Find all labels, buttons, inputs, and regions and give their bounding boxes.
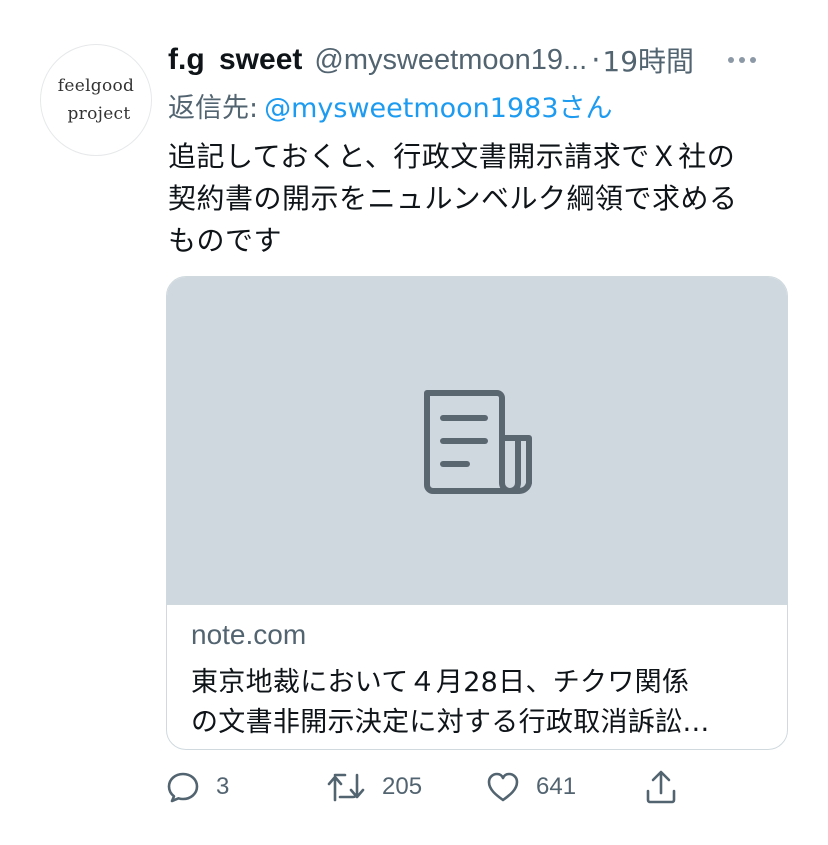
card-media bbox=[167, 277, 787, 605]
heart-icon bbox=[487, 772, 519, 802]
document-icon bbox=[424, 389, 532, 494]
link-card[interactable]: note.com 東京地裁において４月28日、チクワ関係 の文書非開示決定に対す… bbox=[166, 276, 788, 750]
author-name[interactable]: f.g sweet bbox=[168, 43, 302, 77]
card-title-line: の文書非開示決定に対する行政取消訴訟… bbox=[191, 707, 710, 738]
avatar-text-line2: project bbox=[67, 104, 131, 124]
reply-context: 返信先: @mysweetmoon1983さん bbox=[168, 84, 613, 126]
avatar[interactable]: feelgood project bbox=[40, 44, 152, 156]
reply-count: 3 bbox=[216, 773, 230, 800]
retweet-button[interactable]: 205 bbox=[326, 764, 422, 810]
tweet-text-line: 契約書の開示をニュルンベルク綱領で求める bbox=[168, 182, 738, 215]
action-bar: 3 205 641 bbox=[166, 764, 706, 810]
tweet-text-line: 追記しておくと、行政文書開示請求でＸ社の bbox=[168, 140, 736, 173]
header-separator: · bbox=[591, 43, 601, 77]
reply-mention-link[interactable]: @mysweetmoon1983さん bbox=[264, 86, 612, 125]
retweet-icon bbox=[327, 773, 365, 802]
retweet-count: 205 bbox=[382, 773, 423, 800]
reply-icon bbox=[167, 772, 199, 803]
tweet-text-line: ものです bbox=[168, 224, 283, 257]
author-handle[interactable]: @mysweetmoon19... bbox=[314, 44, 587, 77]
reply-prefix: 返信先: bbox=[168, 92, 259, 124]
more-options-icon[interactable] bbox=[728, 57, 756, 63]
card-title-line: 東京地裁において４月28日、チクワ関係 bbox=[191, 667, 690, 698]
share-button[interactable] bbox=[644, 764, 678, 810]
like-button[interactable]: 641 bbox=[486, 764, 576, 810]
share-icon bbox=[646, 770, 676, 804]
tweet: feelgood project f.g sweet @mysweetmoon1… bbox=[0, 0, 828, 845]
like-count: 641 bbox=[536, 773, 577, 800]
card-domain: note.com bbox=[191, 619, 307, 650]
tweet-header: f.g sweet @mysweetmoon19... · 19時間 bbox=[168, 38, 796, 82]
tweet-text: 追記しておくと、行政文書開示請求でＸ社の 契約書の開示をニュルンベルク綱領で求め… bbox=[168, 136, 778, 262]
avatar-text-line1: feelgood bbox=[57, 76, 135, 96]
reply-button[interactable]: 3 bbox=[166, 764, 229, 810]
card-title: 東京地裁において４月28日、チクワ関係 の文書非開示決定に対する行政取消訴訟… bbox=[191, 663, 765, 743]
tweet-timestamp[interactable]: 19時間 bbox=[602, 40, 694, 80]
